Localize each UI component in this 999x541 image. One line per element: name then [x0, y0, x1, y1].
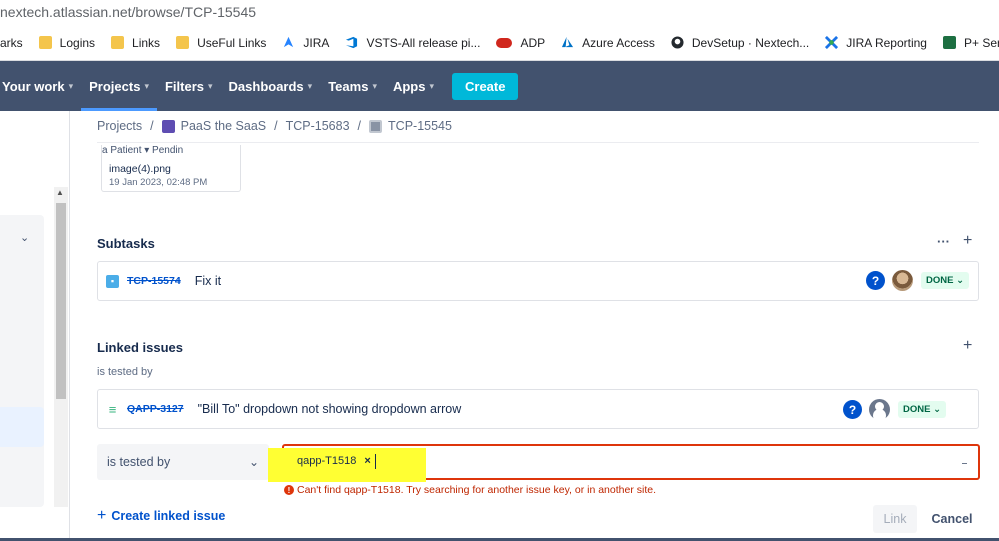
browser-url-bar[interactable]: nextech.atlassian.net/browse/TCP-15545	[0, 0, 999, 25]
error-icon: !	[284, 485, 294, 495]
breadcrumb-projects[interactable]: Projects	[97, 119, 142, 133]
link-relation-label: is tested by	[97, 366, 153, 378]
chip-remove-icon[interactable]: ×	[364, 455, 370, 467]
priority-help-icon: ?	[866, 271, 885, 290]
linked-issue-meta: ? DONE ⌄	[843, 399, 947, 420]
attachment-card[interactable]: a Patient ▾ Pendin image(4).png 19 Jan 2…	[101, 145, 241, 192]
folder-icon	[38, 36, 52, 49]
github-icon	[671, 36, 684, 49]
bookmark-azure-access[interactable]: Azure Access	[561, 36, 655, 50]
issue-chip-label: qapp-T1518	[297, 455, 357, 467]
input-clear-indicator-icon[interactable]: ⎯	[962, 458, 967, 469]
scrollbar-thumb[interactable]	[56, 203, 66, 399]
text-caret	[375, 454, 376, 469]
left-sidebar: ⌄ ▲	[0, 111, 70, 541]
chevron-down-icon: ▾	[144, 80, 149, 91]
cancel-button[interactable]: Cancel	[926, 505, 978, 533]
nav-your-work[interactable]: Your work ▾	[0, 61, 81, 111]
bookmarks-bar: arks Logins Links UseFul Links JIRA VSTS…	[0, 25, 999, 61]
chevron-down-icon: ⌄	[933, 404, 942, 415]
subtasks-more-button[interactable]: ···	[937, 234, 950, 249]
subtask-row[interactable]: ▪ TCP-15574 Fix it	[97, 261, 979, 301]
status-badge[interactable]: DONE ⌄	[921, 272, 970, 289]
link-button[interactable]: Link	[873, 505, 917, 533]
sidebar-panel	[0, 215, 44, 507]
scroll-up-arrow-icon[interactable]: ▲	[56, 188, 64, 197]
bookmark-jira[interactable]: JIRA	[282, 36, 329, 50]
subtask-key[interactable]: TCP-15574	[127, 275, 181, 287]
chevron-down-icon: ▾	[68, 80, 74, 91]
chevron-down-icon[interactable]: ⌄	[20, 231, 29, 244]
nav-filters[interactable]: Filters ▾	[157, 61, 221, 111]
sidebar-selected-item[interactable]	[0, 407, 44, 447]
chevron-down-icon: ▾	[307, 80, 313, 91]
bookmark-useful-links[interactable]: UseFul Links	[176, 36, 266, 50]
plus-icon: +	[97, 507, 107, 524]
bookmark-logins[interactable]: Logins	[38, 36, 95, 50]
chevron-down-icon: ▾	[429, 80, 434, 91]
linked-issues-add-button[interactable]: +	[963, 337, 972, 355]
subtask-meta: ? DONE ⌄	[866, 270, 970, 291]
issue-chip[interactable]: qapp-T1518 ×	[297, 455, 371, 467]
bookmark-arks[interactable]: arks	[0, 36, 23, 50]
chevron-down-icon: ⌄	[248, 455, 259, 469]
breadcrumb: Projects / PaaS the SaaS / TCP-15683 / T…	[97, 119, 452, 133]
reporting-icon	[825, 36, 839, 49]
bookmark-jira-reporting[interactable]: JIRA Reporting	[825, 36, 927, 50]
assignee-avatar[interactable]	[892, 270, 913, 291]
header-divider	[97, 142, 979, 143]
priority-help-icon: ?	[843, 400, 862, 419]
linked-issue-key[interactable]: QAPP-3127	[127, 403, 184, 415]
azure-icon	[562, 36, 574, 48]
attachment-thumbnail: a Patient ▾ Pendin	[102, 145, 184, 156]
nav-projects[interactable]: Projects ▾	[81, 61, 157, 111]
vsts-icon	[346, 36, 358, 49]
nav-teams[interactable]: Teams ▾	[320, 61, 385, 111]
breadcrumb-project[interactable]: PaaS the SaaS	[181, 119, 266, 133]
folder-icon	[176, 36, 190, 49]
chevron-down-icon: ⌄	[956, 275, 965, 286]
top-navigation: Your work ▾ Projects ▾ Filters ▾ Dashboards…	[0, 61, 999, 111]
folder-icon	[111, 36, 125, 49]
linked-issue-summary[interactable]: "Bill To" dropdown not showing dropdown …	[198, 402, 462, 416]
url-text: nextech.atlassian.net/browse/TCP-15545	[0, 4, 257, 20]
linked-issues-title: Linked issues	[97, 340, 183, 355]
attachment-date: 19 Jan 2023, 02:48 PM	[109, 177, 208, 188]
link-type-select[interactable]: is tested by ⌄	[97, 444, 269, 480]
status-badge[interactable]: DONE ⌄	[898, 401, 947, 418]
subtasks-add-button[interactable]: +	[963, 232, 972, 250]
bookmark-vsts[interactable]: VSTS-All release pi...	[345, 36, 480, 50]
attachment-name: image(4).png	[109, 163, 171, 175]
create-linked-issue-button[interactable]: + Create linked issue	[97, 507, 225, 525]
bookmark-devsetup[interactable]: DevSetup · Nextech...	[671, 36, 809, 50]
breadcrumb-current-issue[interactable]: TCP-15545	[388, 119, 452, 133]
chevron-down-icon: ▾	[372, 80, 377, 91]
unassigned-avatar-icon[interactable]	[869, 399, 890, 420]
nav-dashboards[interactable]: Dashboards ▾	[221, 61, 321, 111]
error-message: ! Can't find qapp-T1518. Try searching f…	[284, 484, 656, 496]
subtask-type-icon	[369, 119, 383, 133]
adp-icon	[496, 37, 513, 48]
bookmark-p-service[interactable]: P+ Servic	[942, 36, 999, 50]
bookmark-links[interactable]: Links	[111, 36, 160, 50]
bookmark-adp[interactable]: ADP	[496, 36, 545, 50]
breadcrumb-parent-issue[interactable]: TCP-15683	[286, 119, 350, 133]
project-avatar-icon	[161, 119, 175, 133]
subtask-type-icon: ▪	[106, 274, 119, 288]
create-button[interactable]: Create	[452, 72, 519, 100]
nav-apps[interactable]: Apps ▾	[385, 61, 442, 111]
excel-icon	[942, 36, 956, 49]
jira-icon	[284, 36, 294, 48]
error-text: Can't find qapp-T1518. Try searching for…	[297, 484, 657, 496]
chevron-down-icon: ▾	[208, 80, 213, 91]
link-type-value: is tested by	[107, 455, 171, 469]
improvement-type-icon: ≡	[108, 401, 117, 417]
subtasks-title: Subtasks	[97, 236, 155, 251]
subtask-summary[interactable]: Fix it	[195, 274, 221, 288]
